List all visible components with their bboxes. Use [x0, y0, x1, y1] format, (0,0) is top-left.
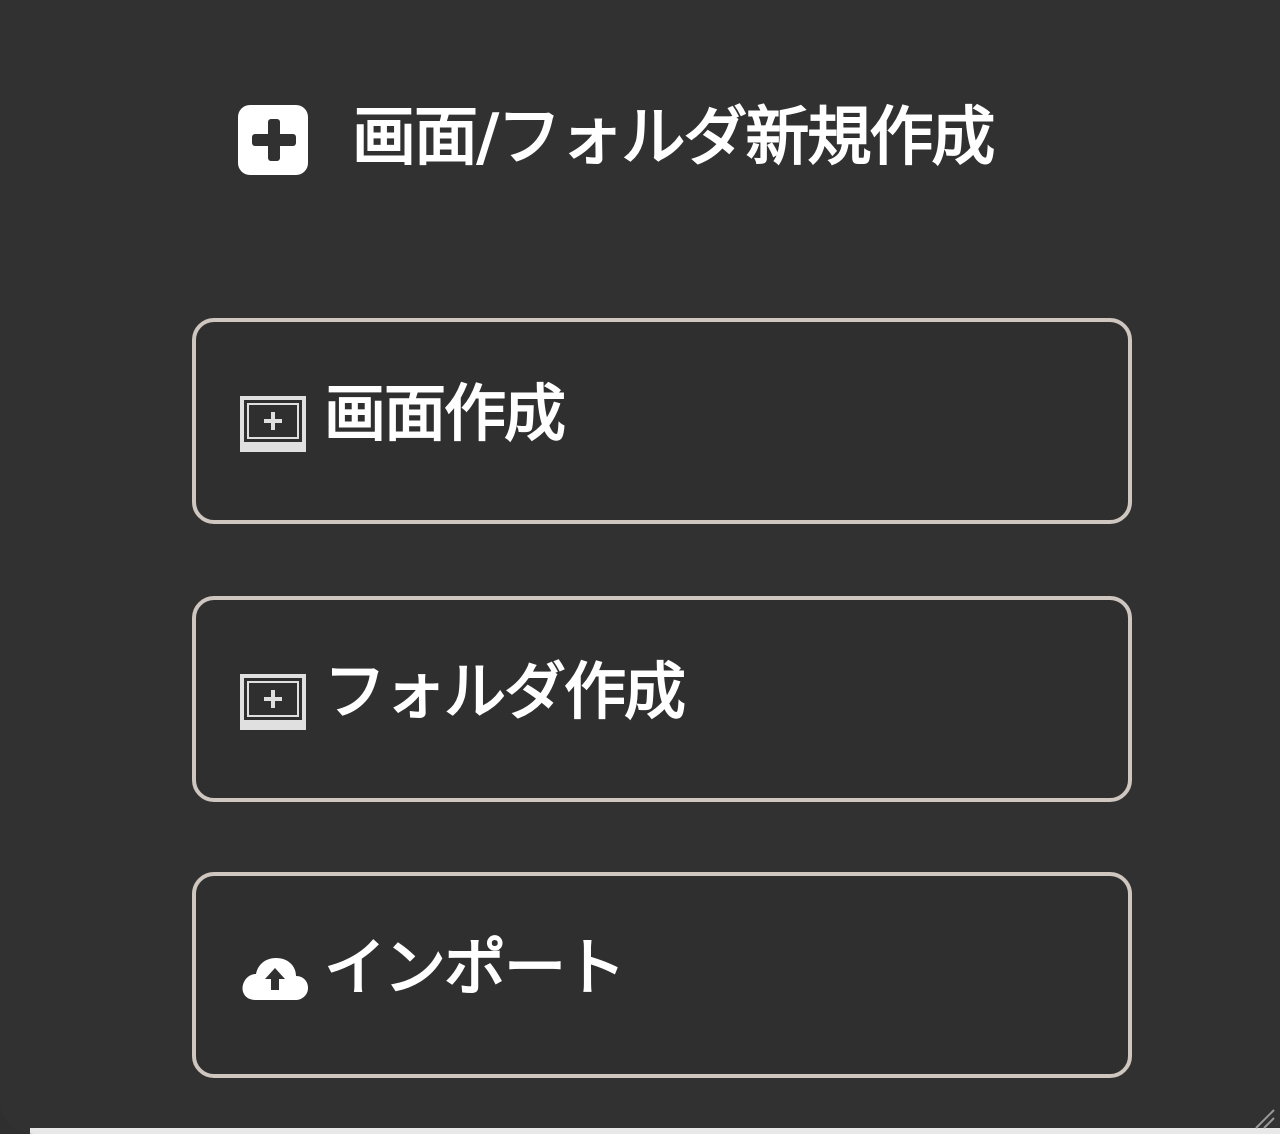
- create-screen-button[interactable]: 画面作成: [192, 318, 1132, 524]
- plus-square-icon: [236, 101, 310, 175]
- screen-icon: [238, 662, 312, 736]
- import-button[interactable]: インポート: [192, 872, 1132, 1078]
- import-label: インポート: [324, 931, 626, 1004]
- resize-grip-icon[interactable]: [1250, 1104, 1276, 1130]
- create-folder-label: フォルダ作成: [324, 655, 686, 728]
- dialog-title: 画面/フォルダ新規作成: [352, 101, 995, 175]
- create-dialog-panel: 画面/フォルダ新規作成 画面作成 フォルダ作成 インポート: [0, 0, 1280, 1134]
- cloud-upload-icon: [238, 938, 312, 1012]
- create-folder-button[interactable]: フォルダ作成: [192, 596, 1132, 802]
- panel-bottom-edge: [30, 1128, 1280, 1134]
- dialog-header: 画面/フォルダ新規作成: [236, 98, 995, 178]
- screen-icon: [238, 384, 312, 458]
- create-screen-label: 画面作成: [324, 377, 566, 450]
